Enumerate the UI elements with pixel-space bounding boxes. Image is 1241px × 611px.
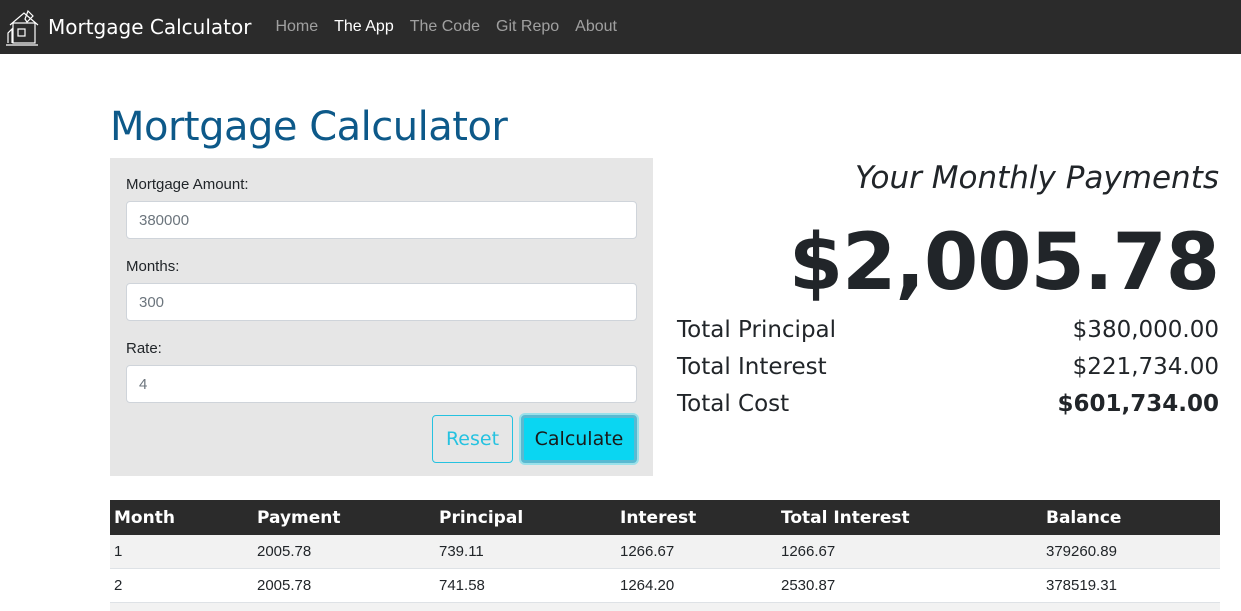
total-cost-value: $601,734.00 xyxy=(1057,391,1219,417)
column-header-principal: Principal xyxy=(435,500,616,535)
table-row: 1 2005.78 739.11 1266.67 1266.67 379260.… xyxy=(110,535,1220,569)
column-header-total-interest: Total Interest xyxy=(777,500,1042,535)
monthly-payment-amount: $2,005.78 xyxy=(789,218,1219,308)
mortgage-amount-label: Mortgage Amount: xyxy=(126,176,637,193)
cell-principal: 739.11 xyxy=(435,535,616,569)
nav-link-the-app[interactable]: The App xyxy=(326,18,402,36)
mortgage-amount-input[interactable] xyxy=(126,201,637,239)
cell-month: 1 xyxy=(110,535,253,569)
total-interest-value: $221,734.00 xyxy=(1073,354,1219,380)
table-row: 2 2005.78 741.58 1264.20 2530.87 378519.… xyxy=(110,569,1220,603)
total-cost-row: Total Cost $601,734.00 xyxy=(677,391,1219,417)
nav-link-about[interactable]: About xyxy=(567,18,625,36)
rate-label: Rate: xyxy=(126,340,637,357)
page-title: Mortgage Calculator xyxy=(110,104,507,150)
cell-payment: 2005.78 xyxy=(253,535,435,569)
column-header-interest: Interest xyxy=(616,500,777,535)
calculate-button[interactable]: Calculate xyxy=(521,415,637,463)
table-header-row: Month Payment Principal Interest Total I… xyxy=(110,500,1220,535)
cell-interest: 1266.67 xyxy=(616,535,777,569)
months-input[interactable] xyxy=(126,283,637,321)
cell-balance: 379260.89 xyxy=(1042,535,1220,569)
cell-month: 2 xyxy=(110,569,253,603)
cell-balance: 378519.31 xyxy=(1042,569,1220,603)
cell-total-interest: 1266.67 xyxy=(777,535,1042,569)
brand[interactable]: Mortgage Calculator xyxy=(4,7,251,47)
nav-link-git-repo[interactable]: Git Repo xyxy=(488,18,567,36)
house-pen-logo-icon xyxy=(4,7,40,47)
cell-total-interest: 2530.87 xyxy=(777,569,1042,603)
table-row-partial xyxy=(110,603,1220,611)
nav-link-home[interactable]: Home xyxy=(267,18,326,36)
cell-interest: 1264.20 xyxy=(616,569,777,603)
total-principal-row: Total Principal $380,000.00 xyxy=(677,317,1219,343)
column-header-month: Month xyxy=(110,500,253,535)
top-navbar: Mortgage Calculator Home The App The Cod… xyxy=(0,0,1241,54)
calculator-form: Mortgage Amount: Months: Rate: Reset Cal… xyxy=(110,158,653,476)
total-principal-label: Total Principal xyxy=(677,317,836,343)
column-header-payment: Payment xyxy=(253,500,435,535)
rate-input[interactable] xyxy=(126,365,637,403)
monthly-payments-heading: Your Monthly Payments xyxy=(855,160,1219,196)
reset-button[interactable]: Reset xyxy=(432,415,513,463)
form-buttons: Reset Calculate xyxy=(126,415,637,463)
total-interest-label: Total Interest xyxy=(677,354,827,380)
total-cost-label: Total Cost xyxy=(677,391,789,417)
brand-name: Mortgage Calculator xyxy=(48,15,251,39)
amortization-table: Month Payment Principal Interest Total I… xyxy=(110,500,1220,611)
column-header-balance: Balance xyxy=(1042,500,1220,535)
cell-payment: 2005.78 xyxy=(253,569,435,603)
cell-principal: 741.58 xyxy=(435,569,616,603)
nav-link-the-code[interactable]: The Code xyxy=(402,18,488,36)
total-interest-row: Total Interest $221,734.00 xyxy=(677,354,1219,380)
nav-links: Home The App The Code Git Repo About xyxy=(267,18,625,36)
months-label: Months: xyxy=(126,258,637,275)
total-principal-value: $380,000.00 xyxy=(1073,317,1219,343)
